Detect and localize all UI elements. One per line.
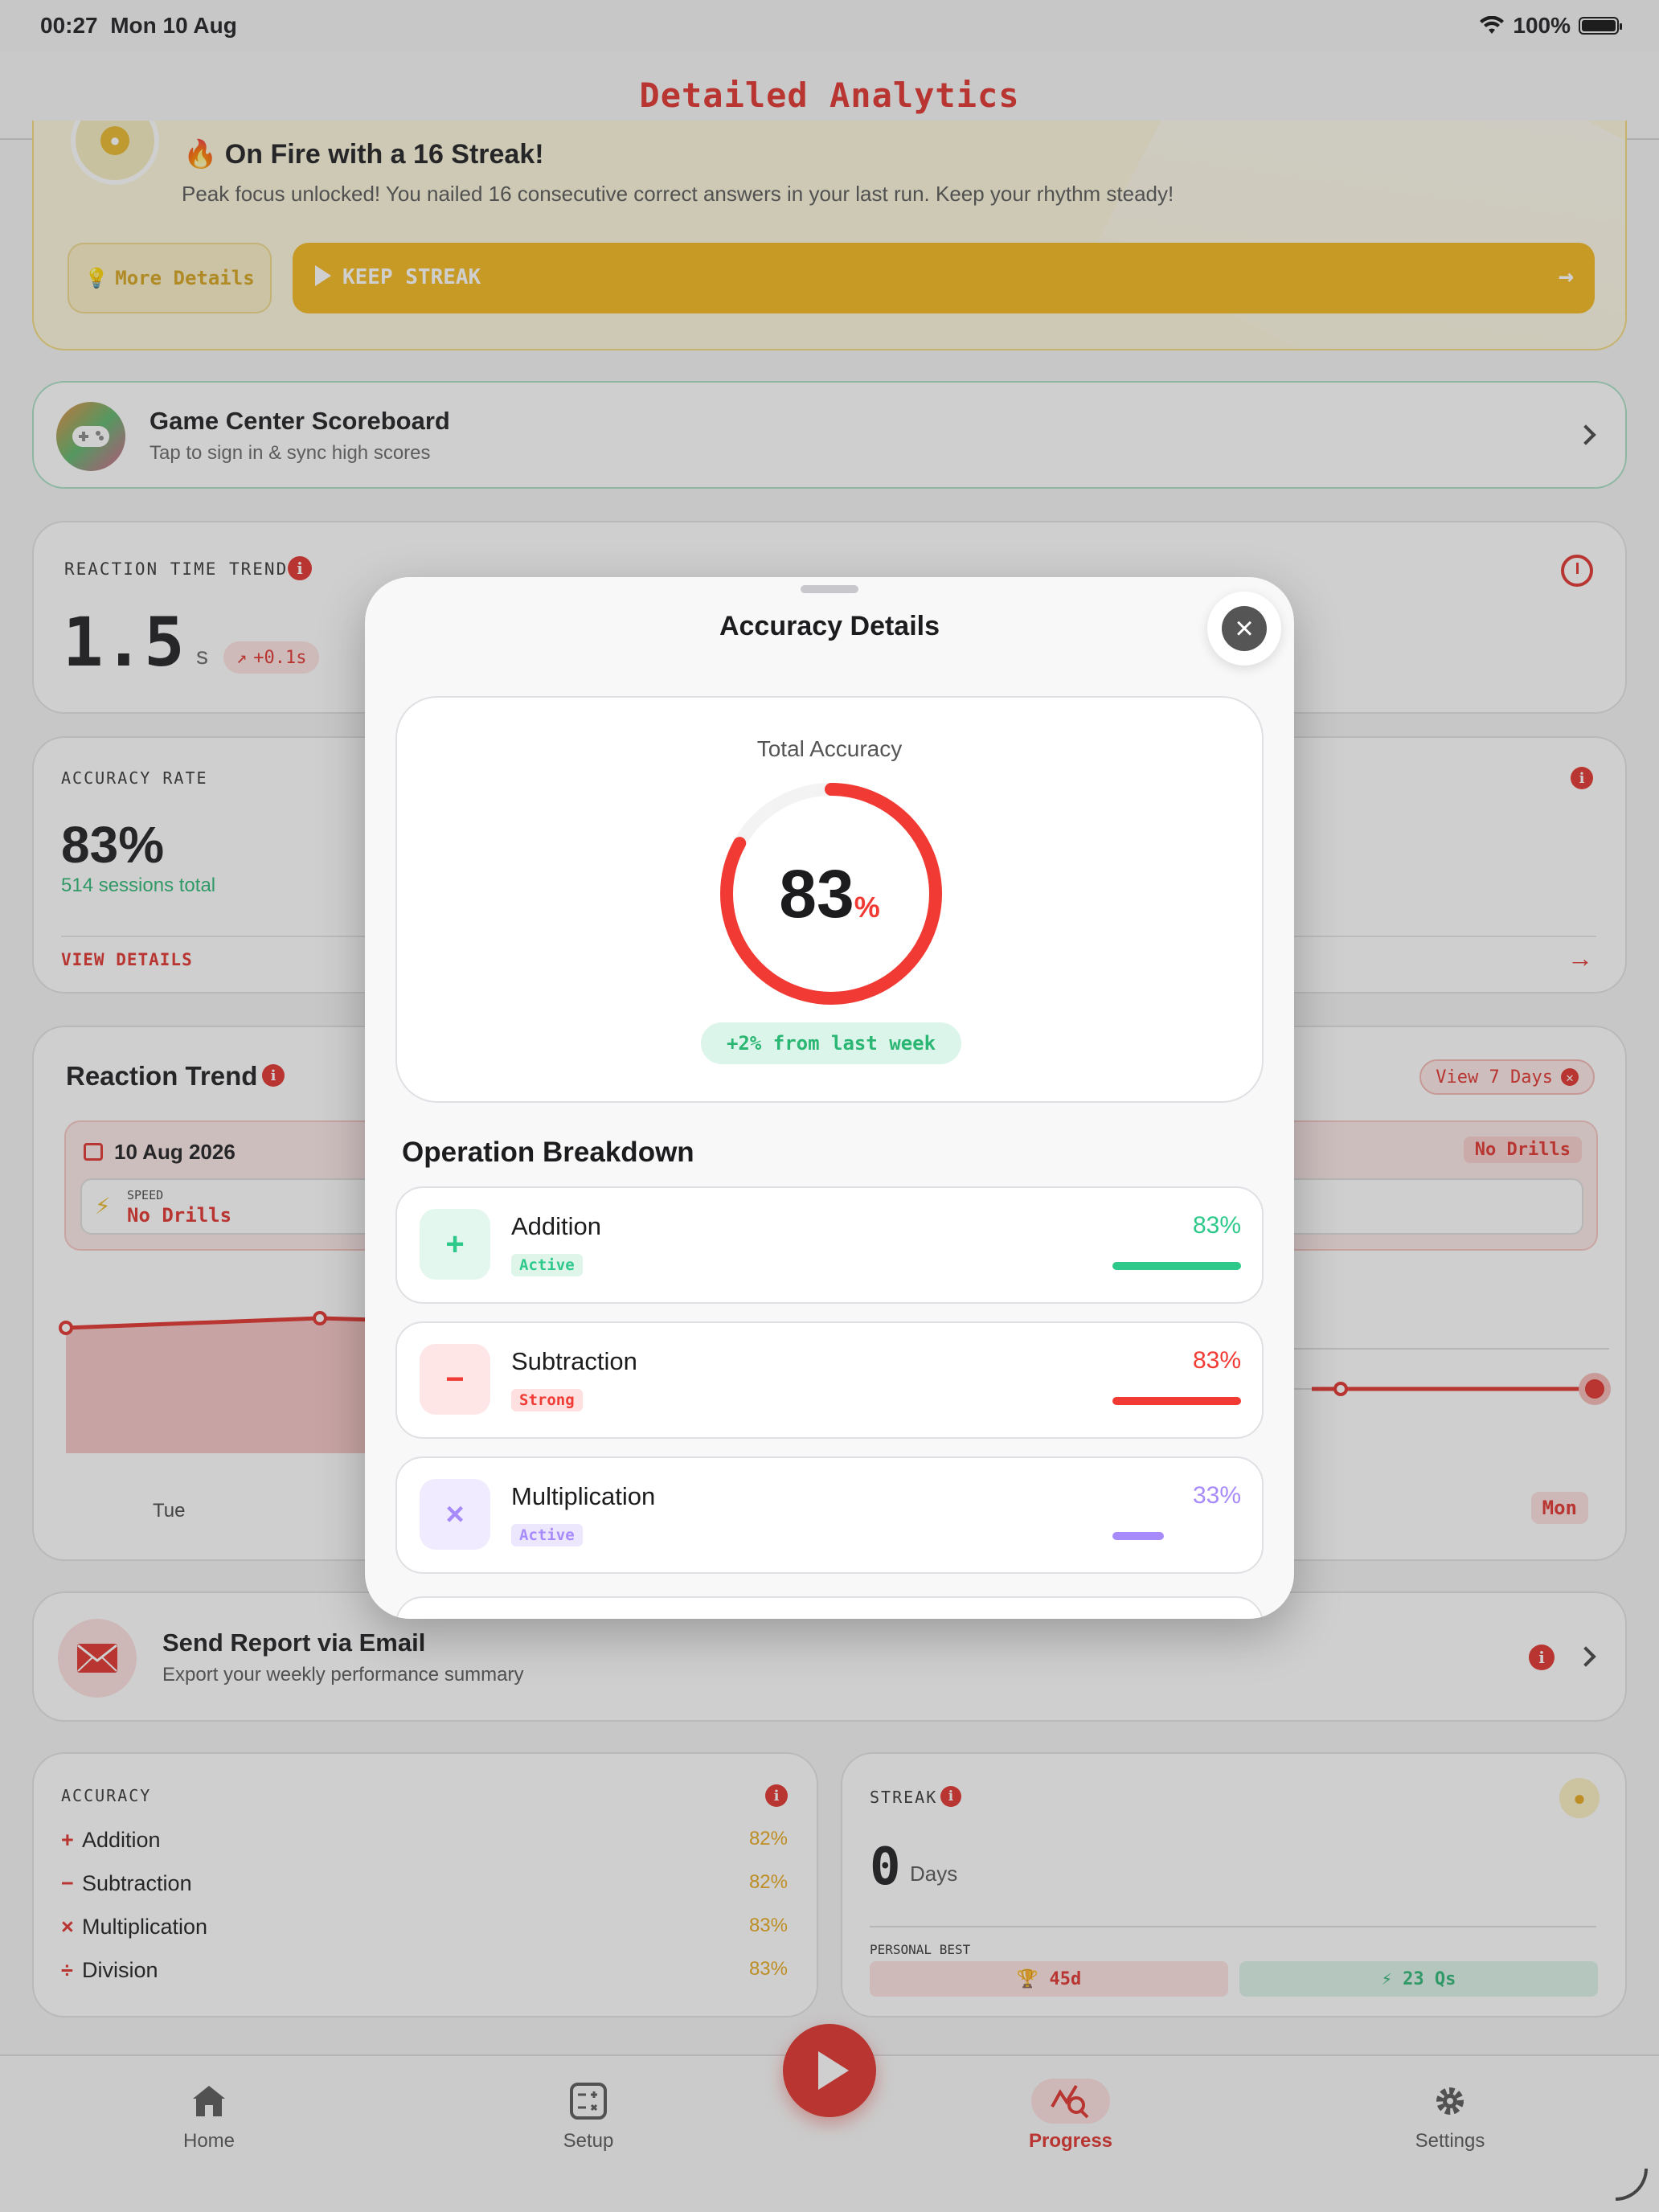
- operation-card[interactable]: − Subtraction Strong 83%: [395, 1321, 1264, 1439]
- operation-card[interactable]: + Addition Active 83%: [395, 1186, 1264, 1304]
- operation-breakdown-title: Operation Breakdown: [402, 1137, 694, 1168]
- sheet-grabber[interactable]: [801, 585, 858, 593]
- operation-progress-bar: [1112, 1397, 1241, 1405]
- total-accuracy-card: Total Accuracy 83% +2% from last week: [395, 696, 1264, 1103]
- operation-status-badge: Active: [511, 1524, 583, 1546]
- operation-card-partial: [395, 1596, 1264, 1619]
- operation-status-badge: Strong: [511, 1389, 583, 1411]
- operation-name: Subtraction: [511, 1347, 637, 1375]
- operation-percent: 33%: [1192, 1482, 1241, 1509]
- total-accuracy-unit: %: [854, 891, 880, 924]
- operation-percent: 83%: [1192, 1347, 1241, 1374]
- operation-progress-bar: [1112, 1532, 1164, 1540]
- weekly-change-badge: +2% from last week: [701, 1022, 961, 1064]
- operation-percent: 83%: [1192, 1212, 1241, 1239]
- total-accuracy-label: Total Accuracy: [756, 736, 903, 761]
- close-button[interactable]: ×: [1207, 592, 1281, 666]
- total-accuracy-value-group: 83%: [397, 855, 1262, 933]
- operation-icon: ×: [420, 1479, 490, 1550]
- operation-icon: +: [420, 1209, 490, 1280]
- close-icon: ×: [1222, 606, 1267, 651]
- accuracy-details-modal: Accuracy Details × Total Accuracy 83% +2…: [365, 577, 1294, 1619]
- operation-progress-bar: [1112, 1262, 1241, 1270]
- operation-name: Multiplication: [511, 1482, 656, 1510]
- operation-icon: −: [420, 1344, 490, 1415]
- operation-card[interactable]: × Multiplication Active 33%: [395, 1456, 1264, 1574]
- total-accuracy-value: 83: [779, 856, 854, 932]
- operation-name: Addition: [511, 1212, 602, 1240]
- modal-title: Accuracy Details: [719, 611, 940, 641]
- operation-status-badge: Active: [511, 1254, 583, 1276]
